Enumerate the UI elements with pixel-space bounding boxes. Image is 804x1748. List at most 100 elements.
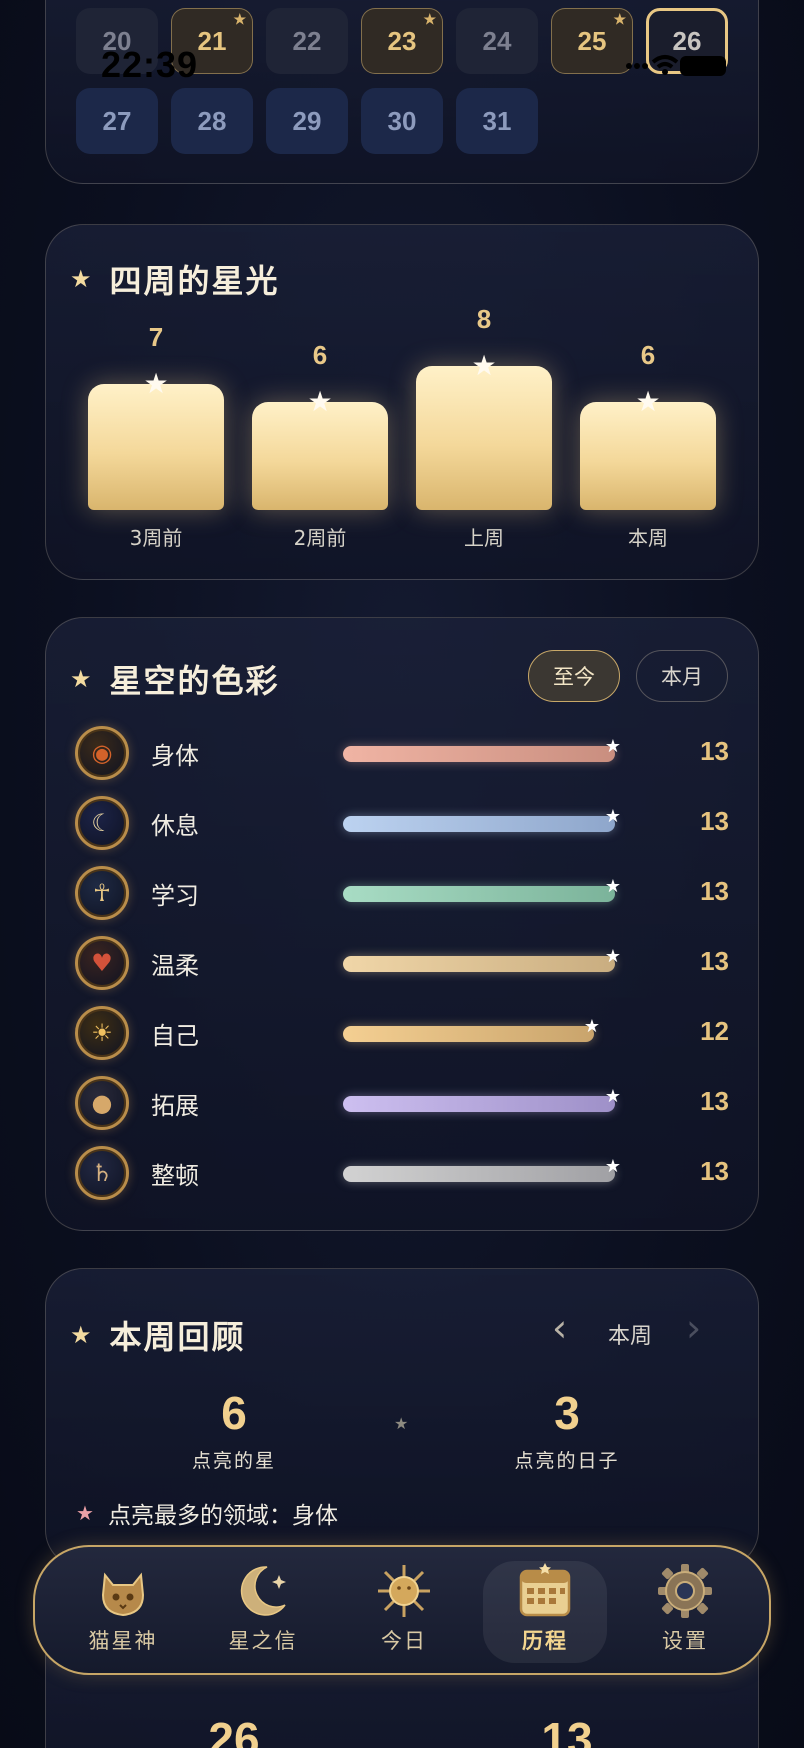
bar-star-icon: ★ — [471, 349, 497, 382]
calendar-day[interactable]: 31 — [456, 88, 538, 154]
calendar-day[interactable]: 24 — [456, 8, 538, 74]
nav-item-today[interactable]: 今日 — [342, 1547, 466, 1677]
category-bar-track: ★ — [343, 738, 621, 762]
category-label: 整顿 — [151, 1162, 199, 1190]
gear-icon — [658, 1564, 712, 1618]
days-lit-label: 点亮的日子 — [514, 1450, 620, 1472]
category-bar: ★ — [343, 738, 621, 762]
calendar-day[interactable]: 29 — [266, 88, 348, 154]
category-count: 13 — [700, 876, 729, 906]
star-icon: ★ — [583, 1016, 601, 1037]
category-bar: ★ — [343, 948, 621, 972]
nav-item-journey[interactable]: 历程 — [483, 1561, 607, 1663]
calendar-day[interactable]: 28 — [171, 88, 253, 154]
category-label: 拓展 — [151, 1092, 199, 1120]
sun-icon — [378, 1565, 430, 1617]
calendar-day[interactable]: 23 ★ — [361, 8, 443, 74]
nav-item-settings[interactable]: 设置 — [623, 1547, 747, 1677]
category-row: ♥ 温柔 ★ 13 — [75, 936, 729, 992]
bar-category-label: 上周 — [464, 526, 504, 550]
top-domain-text: 点亮最多的领域：身体 — [107, 1503, 338, 1529]
category-bar: ★ — [343, 808, 621, 832]
star-icon: ★ — [423, 11, 436, 27]
bar-category-label: 3周前 — [129, 526, 183, 550]
sun-icon: ☀ — [75, 1006, 129, 1060]
bar — [580, 402, 716, 510]
bar-star-icon: ★ — [143, 367, 169, 400]
category-bar-track: ★ — [343, 808, 621, 832]
category-bar: ★ — [343, 1158, 621, 1182]
status-time: 22:39 — [101, 44, 199, 85]
stars-lit-value: 6 — [221, 1387, 247, 1439]
divider-star-icon: ★ — [394, 1414, 409, 1433]
category-row: ☾ 休息 ★ 13 — [75, 796, 729, 852]
category-row: ● 拓展 ★ 13 — [75, 1076, 729, 1132]
next-week-button[interactable]: › — [686, 1306, 701, 1350]
signal-icon — [626, 63, 648, 69]
star-icon: ★ — [604, 876, 621, 897]
nav-item-cat-god[interactable]: 猫星神 — [61, 1547, 185, 1677]
category-count: 13 — [700, 736, 729, 766]
category-row: ♄ 整顿 ★ 13 — [75, 1146, 729, 1202]
category-label: 温柔 — [151, 952, 199, 980]
crescent-moon-icon — [240, 1566, 286, 1616]
category-count: 13 — [700, 1086, 729, 1116]
star-icon: ★ — [233, 11, 246, 27]
calendar-day[interactable]: 30 — [361, 88, 443, 154]
status-icons — [626, 54, 726, 80]
calendar-day[interactable]: 25 ★ — [551, 8, 633, 74]
category-bar: ★ — [343, 1088, 621, 1112]
star-icon: ★ — [604, 806, 621, 827]
category-label: 身体 — [151, 742, 199, 770]
saturn-icon: ♄ — [75, 1146, 129, 1200]
pink-star-icon: ★ — [76, 1501, 94, 1525]
days-lit-value: 3 — [554, 1387, 580, 1439]
bar-value-label: 7 — [148, 322, 164, 352]
star-icon: ★ — [613, 11, 626, 27]
bar-value-label: 6 — [312, 340, 328, 370]
star-icon: ★ — [604, 1156, 621, 1177]
weekly-review-title: ★ 本周回顾 — [70, 1318, 246, 1356]
star-icon: ★ — [604, 736, 621, 757]
category-bar-track: ★ — [343, 1088, 621, 1112]
bar-category-label: 2周前 — [293, 526, 347, 550]
star-icon: ★ — [70, 265, 94, 293]
star-icon: ★ — [604, 946, 621, 967]
calendar-day[interactable]: 22 — [266, 8, 348, 74]
category-count: 13 — [700, 1156, 729, 1186]
prev-week-button[interactable]: ‹ — [552, 1306, 567, 1350]
bar-category-label: 本周 — [628, 526, 668, 550]
filter-this-month-button[interactable]: 本月 — [636, 650, 728, 702]
planet-icon: ● — [75, 1076, 129, 1130]
cat-icon — [101, 1572, 145, 1617]
colors-title: ★ 星空的色彩 — [70, 662, 280, 700]
category-bar-track: ★ — [343, 948, 621, 972]
bottom-left-value: 26 — [208, 1713, 260, 1748]
category-bar-track: ★ — [343, 1158, 621, 1182]
bar — [252, 402, 388, 510]
category-row: ◉ 身体 ★ 13 — [75, 726, 729, 782]
moon-icon: ☾ — [75, 796, 129, 850]
category-bar: ★ — [343, 878, 621, 902]
fire-orb-icon: ◉ — [75, 726, 129, 780]
colors-card — [45, 617, 759, 1231]
filter-all-time-button[interactable]: 至今 — [528, 650, 620, 702]
bottom-right-value: 13 — [541, 1713, 593, 1748]
nav-item-star-letter[interactable]: 星之信 — [201, 1547, 325, 1677]
battery-icon — [680, 56, 726, 76]
category-label: 休息 — [151, 812, 199, 840]
calendar-day[interactable]: 27 — [76, 88, 158, 154]
week-period-label: 本周 — [608, 1324, 653, 1349]
bottom-nav: 猫星神 星之信 今日 历程 设置 — [33, 1545, 771, 1675]
category-count: 13 — [700, 946, 729, 976]
heart-icon: ♥ — [75, 936, 129, 990]
category-count: 12 — [700, 1016, 729, 1046]
bar-value-label: 6 — [640, 340, 656, 370]
star-icon: ★ — [604, 1086, 621, 1107]
weekly-light-title: ★ 四周的星光 — [70, 262, 280, 300]
category-bar-track: ★ — [343, 878, 621, 902]
category-bar-track: ★ — [343, 1018, 615, 1042]
category-count: 13 — [700, 806, 729, 836]
category-label: 学习 — [151, 882, 199, 910]
category-row: ☥ 学习 ★ 13 — [75, 866, 729, 922]
